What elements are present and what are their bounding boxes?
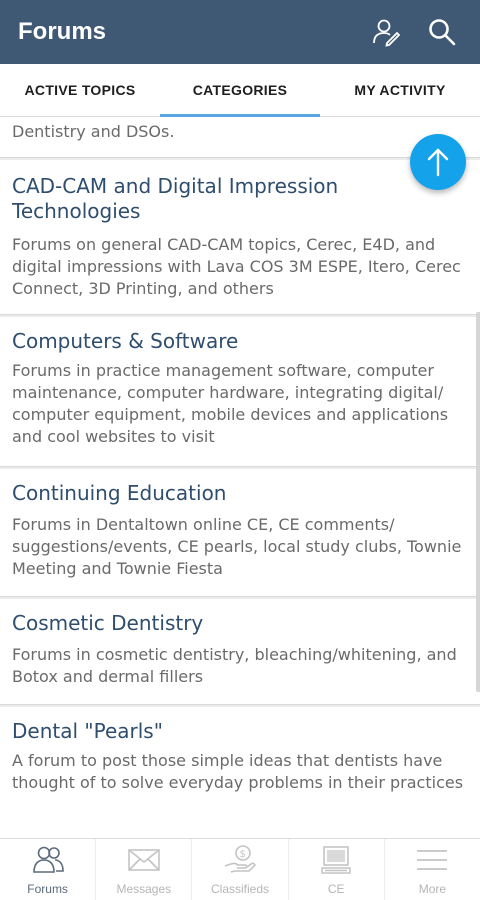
bottom-navigation: Forums Messages $ Classifieds CE More: [0, 838, 480, 900]
nav-messages[interactable]: Messages: [95, 839, 191, 900]
computer-icon: [319, 844, 353, 880]
scroll-indicator: [476, 312, 480, 692]
category-description: A forum to post those simple ideas that …: [12, 751, 464, 792]
category-item-dental-pearls[interactable]: Dental "Pearls" A forum to post those si…: [0, 707, 480, 838]
nav-label: Messages: [116, 881, 172, 896]
tab-categories[interactable]: CATEGORIES: [160, 64, 320, 117]
category-title: CAD-CAM and Digital Impression Technolog…: [12, 174, 339, 223]
svg-text:$: $: [240, 849, 246, 860]
scroll-to-top-button[interactable]: [410, 134, 466, 190]
nav-label: Forums: [27, 881, 68, 896]
arrow-up-icon: [427, 148, 449, 177]
category-description: Forums in practice management software, …: [12, 361, 449, 446]
search-icon: [429, 19, 456, 46]
category-item-partial[interactable]: Dentistry and DSOs.: [0, 117, 480, 158]
envelope-icon: [127, 844, 161, 880]
category-title: Cosmetic Dentistry: [12, 611, 204, 635]
nav-more[interactable]: More: [383, 839, 480, 900]
nav-ce[interactable]: CE: [287, 839, 384, 900]
category-description: Forums on general CAD-CAM topics, Cerec,…: [12, 235, 461, 298]
menu-icon: [415, 844, 449, 880]
tab-my-activity[interactable]: MY ACTIVITY: [320, 64, 480, 116]
category-title: Computers & Software: [12, 329, 239, 353]
nav-classifieds[interactable]: $ Classifieds: [191, 839, 287, 900]
category-item-computers-software[interactable]: Computers & Software Forums in practice …: [0, 317, 480, 467]
nav-label: Classifieds: [210, 881, 270, 896]
category-list[interactable]: Dentistry and DSOs. CAD-CAM and Digital …: [0, 117, 480, 838]
tab-bar: ACTIVE TOPICS CATEGORIES MY ACTIVITY: [0, 64, 480, 117]
nav-label: More: [418, 881, 447, 896]
search-button[interactable]: [422, 12, 462, 52]
hand-dollar-icon: $: [223, 844, 257, 880]
page-title: Forums: [18, 18, 107, 45]
app-bar: Forums: [0, 0, 480, 64]
category-description: Dentistry and DSOs.: [12, 122, 175, 141]
tab-active-topics[interactable]: ACTIVE TOPICS: [0, 64, 160, 116]
nav-label: CE: [327, 881, 345, 896]
user-pen-icon: [373, 19, 401, 47]
category-title: Continuing Education: [12, 481, 227, 505]
category-item-continuing-education[interactable]: Continuing Education Forums in Dentaltow…: [0, 469, 480, 597]
category-title: Dental "Pearls": [12, 719, 163, 743]
category-item-cad-cam[interactable]: CAD-CAM and Digital Impression Technolog…: [0, 160, 480, 315]
nav-forums[interactable]: Forums: [0, 839, 95, 900]
users-icon: [31, 844, 65, 880]
profile-button[interactable]: [366, 12, 406, 52]
category-description: Forums in Dentaltown online CE, CE comme…: [12, 515, 462, 578]
category-description: Forums in cosmetic dentistry, bleaching/…: [12, 645, 457, 686]
category-item-cosmetic-dentistry[interactable]: Cosmetic Dentistry Forums in cosmetic de…: [0, 599, 480, 705]
